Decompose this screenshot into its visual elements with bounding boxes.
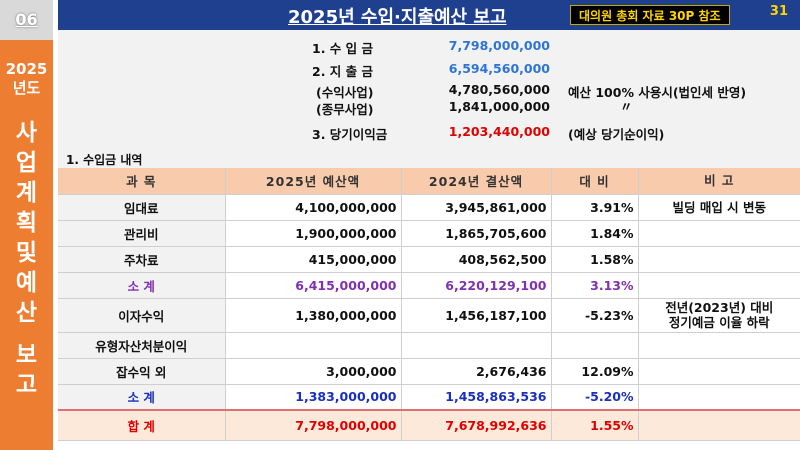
total-row: 합 계 7,798,000,000 7,678,992,636 1.55% xyxy=(58,410,800,441)
sidebar-title-char: 및 xyxy=(15,240,38,266)
cell-ratio: 1.84% xyxy=(551,220,639,247)
sidebar-title-char: 고 xyxy=(15,372,38,398)
header-cell: 대 비 xyxy=(551,168,639,195)
table-row: 유형자산처분이익 xyxy=(58,332,800,359)
cell-actual: 1,865,705,600 xyxy=(401,220,552,247)
cell-budget: 1,380,000,000 xyxy=(225,298,402,333)
cell-actual: 7,678,992,636 xyxy=(401,410,552,441)
cell-item: 관리비 xyxy=(58,220,226,247)
page-number: 31 xyxy=(769,4,788,19)
cell-actual xyxy=(401,332,552,359)
cell-ratio: 3.91% xyxy=(551,194,639,221)
cell-actual: 2,676,436 xyxy=(401,358,552,385)
cell-item: 합 계 xyxy=(58,410,226,441)
cell-ratio: -5.23% xyxy=(551,298,639,333)
sidebar-panel: 2025 년도 사 업 계 획 및 예 산 보 고 xyxy=(0,40,53,450)
cell-budget: 1,383,000,000 xyxy=(225,384,402,411)
summary-value: 7,798,000,000 xyxy=(448,38,550,53)
summary-value: 4,780,560,000 xyxy=(448,82,550,97)
header-cell: 2025년 예산액 xyxy=(225,168,402,195)
table-row: 관리비 1,900,000,000 1,865,705,600 1.84% xyxy=(58,220,800,247)
cell-item: 잡수익 외 xyxy=(58,358,226,385)
page-title: 2025년 수입·지출예산 보고 xyxy=(288,7,507,28)
subtotal-row: 소 계 6,415,000,000 6,220,129,100 3.13% xyxy=(58,272,800,299)
summary-label: 1. 수 입 금 xyxy=(312,41,374,56)
header-cell: 과 목 xyxy=(58,168,226,195)
table-row: 주차료 415,000,000 408,562,500 1.58% xyxy=(58,246,800,273)
cell-item: 주차료 xyxy=(58,246,226,273)
header-bar: 2025년 수입·지출예산 보고 대의원 총회 자료 30P 참조 31 xyxy=(58,0,800,30)
cell-item: 유형자산처분이익 xyxy=(58,332,226,359)
summary-label: 2. 지 출 금 xyxy=(312,64,374,79)
cell-item: 이자수익 xyxy=(58,298,226,333)
cell-note xyxy=(638,358,800,385)
table-header-row: 과 목 2025년 예산액 2024년 결산액 대 비 비 고 xyxy=(58,168,800,195)
summary-value: 6,594,560,000 xyxy=(448,61,550,76)
sidebar-year-number: 2025 xyxy=(5,60,48,78)
cell-note xyxy=(638,246,800,273)
cell-note xyxy=(638,410,800,441)
sidebar-title-char: 계 xyxy=(15,180,38,206)
cell-ratio: -5.20% xyxy=(551,384,639,411)
summary-note: 〃 xyxy=(620,99,633,114)
summary-value: 1,841,000,000 xyxy=(448,99,550,114)
cell-note: 빌딩 매입 시 변동 xyxy=(638,194,800,221)
income-table: 과 목 2025년 예산액 2024년 결산액 대 비 비 고 임대료 4,10… xyxy=(58,168,800,441)
cell-item: 소 계 xyxy=(58,272,226,299)
cell-ratio: 1.58% xyxy=(551,246,639,273)
cell-ratio: 12.09% xyxy=(551,358,639,385)
header-cell: 비 고 xyxy=(638,168,800,195)
sidebar-title-char: 산 xyxy=(15,300,38,326)
cell-budget: 1,900,000,000 xyxy=(225,220,402,247)
sidebar-year-suffix: 년도 xyxy=(12,79,41,97)
cell-budget: 4,100,000,000 xyxy=(225,194,402,221)
cell-budget: 6,415,000,000 xyxy=(225,272,402,299)
section-number: 06 xyxy=(0,0,53,40)
cell-budget: 415,000,000 xyxy=(225,246,402,273)
sidebar: 06 2025 년도 사 업 계 획 및 예 산 보 고 xyxy=(0,0,53,450)
cell-budget: 7,798,000,000 xyxy=(225,410,402,441)
sidebar-title-char: 업 xyxy=(15,150,38,176)
cell-budget: 3,000,000 xyxy=(225,358,402,385)
cell-note: 전년(2023년) 대비 정기예금 이율 하락 xyxy=(638,298,800,333)
sidebar-title-char: 획 xyxy=(15,210,38,236)
summary-note: 예산 100% 사용시(법인세 반영) xyxy=(568,85,747,100)
cell-note xyxy=(638,272,800,299)
sidebar-title-char: 보 xyxy=(15,342,38,368)
table-row: 잡수익 외 3,000,000 2,676,436 12.09% xyxy=(58,358,800,385)
sidebar-title-char: 사 xyxy=(15,120,38,146)
cell-ratio: 3.13% xyxy=(551,272,639,299)
sidebar-title-char: 예 xyxy=(15,270,38,296)
cell-actual: 6,220,129,100 xyxy=(401,272,552,299)
summary-note: (예상 당기순이익) xyxy=(568,127,665,142)
cell-note xyxy=(638,384,800,411)
cell-item: 소 계 xyxy=(58,384,226,411)
summary-value: 1,203,440,000 xyxy=(448,124,550,139)
cell-actual: 1,456,187,100 xyxy=(401,298,552,333)
cell-budget xyxy=(225,332,402,359)
section-title: 1. 수입금 내역 xyxy=(66,153,143,167)
cell-item: 임대료 xyxy=(58,194,226,221)
cell-note xyxy=(638,332,800,359)
summary-label: 3. 당기이익금 xyxy=(312,127,388,142)
cell-actual: 1,458,863,536 xyxy=(401,384,552,411)
cell-ratio xyxy=(551,332,639,359)
cell-ratio: 1.55% xyxy=(551,410,639,441)
table-row: 이자수익 1,380,000,000 1,456,187,100 -5.23% … xyxy=(58,298,800,333)
summary-label: (종무사업) xyxy=(316,102,374,117)
sidebar-year: 2025 년도 xyxy=(0,60,53,98)
table-row: 임대료 4,100,000,000 3,945,861,000 3.91% 빌딩… xyxy=(58,194,800,221)
cell-actual: 3,945,861,000 xyxy=(401,194,552,221)
cell-actual: 408,562,500 xyxy=(401,246,552,273)
reference-badge: 대의원 총회 자료 30P 참조 xyxy=(570,5,730,25)
sidebar-title: 사 업 계 획 및 예 산 보 고 xyxy=(0,118,53,400)
cell-note xyxy=(638,220,800,247)
header-cell: 2024년 결산액 xyxy=(401,168,552,195)
subtotal-row: 소 계 1,383,000,000 1,458,863,536 -5.20% xyxy=(58,384,800,411)
